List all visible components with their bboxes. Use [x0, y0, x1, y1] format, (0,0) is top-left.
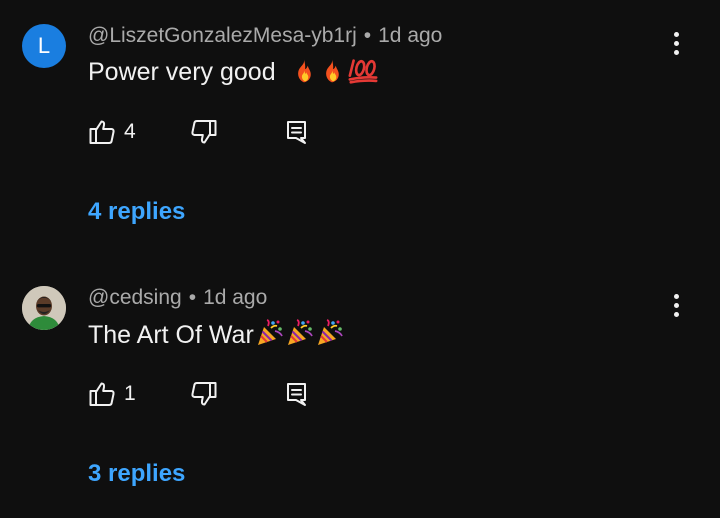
reply-button[interactable]	[284, 378, 312, 410]
view-replies-button[interactable]: 4 replies	[88, 198, 185, 226]
meta-separator: •	[188, 286, 197, 309]
like-button[interactable]: 4	[88, 116, 136, 148]
timestamp[interactable]: 1d ago	[203, 286, 267, 309]
like-count: 4	[124, 120, 136, 143]
like-count: 1	[124, 382, 136, 405]
party-popper-emoji	[316, 319, 344, 347]
comment-text: Power very good	[88, 57, 379, 87]
author-handle[interactable]: @LiszetGonzalezMesa-yb1rj	[88, 24, 357, 47]
like-button[interactable]: 1	[88, 378, 136, 410]
avatar[interactable]	[22, 286, 66, 330]
comment-icon	[284, 380, 312, 408]
view-replies-button[interactable]: 3 replies	[88, 460, 185, 488]
more-vertical-icon[interactable]	[664, 292, 688, 322]
reply-button[interactable]	[284, 116, 312, 148]
thumbs-down-icon	[190, 118, 218, 146]
author-handle[interactable]: @cedsing	[88, 286, 182, 309]
thumbs-up-icon	[88, 380, 116, 408]
comment-meta: @cedsing • 1d ago	[88, 286, 267, 310]
timestamp[interactable]: 1d ago	[378, 24, 442, 47]
meta-separator: •	[363, 24, 372, 47]
party-popper-emoji	[256, 319, 284, 347]
comment-text-body: The Art Of War	[88, 321, 254, 349]
thumbs-up-icon	[88, 118, 116, 146]
comment-icon	[284, 118, 312, 146]
more-vertical-icon[interactable]	[664, 30, 688, 60]
hundred-points-emoji	[347, 58, 379, 84]
fire-emoji	[291, 58, 317, 84]
dislike-button[interactable]	[190, 378, 218, 410]
comment-actions: 4	[88, 116, 388, 148]
avatar[interactable]: L	[22, 24, 66, 68]
comment-text: The Art Of War	[88, 319, 344, 350]
dislike-button[interactable]	[190, 116, 218, 148]
fire-emoji	[319, 58, 345, 84]
thumbs-down-icon	[190, 380, 218, 408]
party-popper-emoji	[286, 319, 314, 347]
comment-text-body: Power very good	[88, 58, 276, 86]
comment-meta: @LiszetGonzalezMesa-yb1rj • 1d ago	[88, 24, 442, 48]
comment-actions: 1	[88, 378, 388, 410]
avatar-photo	[22, 286, 66, 330]
